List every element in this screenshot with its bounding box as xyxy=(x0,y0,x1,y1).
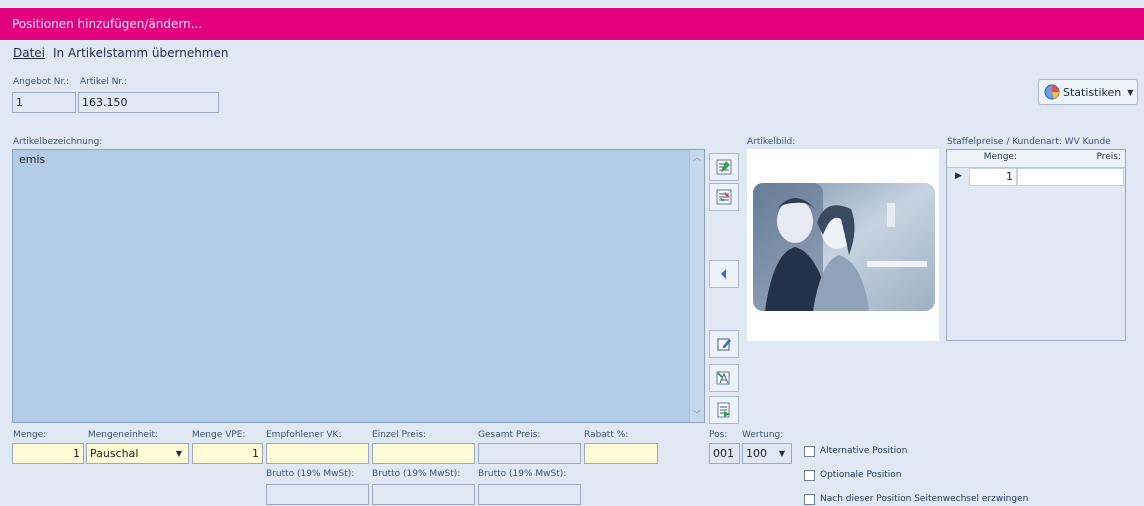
einheit-label: Mengeneinheit: xyxy=(88,430,159,440)
chevron-down-icon[interactable]: ▼ xyxy=(170,444,188,463)
edit-icon xyxy=(717,338,731,351)
empf-vk-field[interactable] xyxy=(266,443,369,464)
insert-text-icon xyxy=(717,402,730,418)
edit-text-button[interactable] xyxy=(709,364,739,392)
brutto-einzel-label: Brutto (19% MwSt): xyxy=(372,469,461,479)
staffel-col-preis: Preis: xyxy=(1096,152,1121,162)
staffel-header: Menge: Preis: xyxy=(947,150,1125,168)
einheit-value: Pauschal xyxy=(90,447,139,460)
artikel-field[interactable]: 163.150 xyxy=(78,92,219,113)
rabatt-field[interactable] xyxy=(584,443,658,464)
seitenwechsel-checkbox[interactable] xyxy=(804,494,815,505)
wertung-label: Wertung: xyxy=(742,430,784,440)
staffel-grid[interactable]: Menge: Preis: ▶ 1 xyxy=(946,149,1126,341)
brutto-gesamt-label: Brutto (19% MwSt): xyxy=(478,469,567,479)
artikel-label: Artikel Nr.: xyxy=(80,77,128,87)
statistiken-button[interactable]: Statistiken ▼ xyxy=(1038,79,1138,105)
einheit-select[interactable]: Pauschal ▼ xyxy=(86,443,189,464)
statistiken-label: Statistiken xyxy=(1063,85,1122,99)
wertung-value: 100 xyxy=(746,447,767,460)
description-scrollbar[interactable]: ︿ ﹀ xyxy=(689,150,704,422)
brutto-empf-field xyxy=(266,484,369,505)
empf-label: Empfohlener VK: xyxy=(266,430,342,440)
article-photo xyxy=(753,183,935,311)
text-replace-icon xyxy=(716,189,732,205)
staffel-cell-menge[interactable]: 1 xyxy=(969,168,1017,186)
angebot-label: Angebot Nr.: xyxy=(13,77,70,87)
einzel-label: Einzel Preis: xyxy=(372,430,427,440)
menu-bar: Datei In Artikelstamm übernehmen xyxy=(0,40,1144,66)
einzel-preis-field[interactable] xyxy=(372,443,475,464)
wertung-select[interactable]: 100 ▼ xyxy=(742,443,792,464)
image-label: Artikelbild: xyxy=(747,137,796,147)
staffel-label: Staffelpreise / Kundenart: WV Kunde xyxy=(947,137,1111,147)
gesamt-label: Gesamt Preis: xyxy=(478,430,541,440)
menu-datei[interactable]: Datei xyxy=(13,46,45,60)
move-left-button[interactable] xyxy=(709,260,739,288)
menge-field[interactable]: 1 xyxy=(12,443,84,464)
optionale-label: Optionale Position xyxy=(820,470,902,480)
seitenwechsel-label: Nach dieser Position Seitenwechsel erzwi… xyxy=(820,494,1029,504)
staffel-col-menge: Menge: xyxy=(983,152,1017,162)
vpe-label: Menge VPE: xyxy=(192,430,246,440)
vpe-field[interactable]: 1 xyxy=(192,443,263,464)
pos-label: Pos: xyxy=(709,430,728,440)
insert-text-button[interactable] xyxy=(709,396,739,424)
format-text-button[interactable] xyxy=(709,153,739,181)
alternative-label: Alternative Position xyxy=(820,446,908,456)
description-text: emis xyxy=(19,153,46,166)
replace-text-button[interactable] xyxy=(709,183,739,211)
angebot-field[interactable]: 1 xyxy=(12,92,76,113)
menge-label: Menge: xyxy=(13,430,47,440)
pie-chart-icon xyxy=(1044,84,1060,100)
window-title: Positionen hinzufügen/ändern... xyxy=(0,8,1144,40)
brutto-gesamt-field xyxy=(478,484,581,505)
gesamt-preis-field xyxy=(478,443,581,464)
chevron-down-icon: ▼ xyxy=(1127,87,1134,97)
scroll-up-icon[interactable]: ︿ xyxy=(690,152,704,163)
chevron-down-icon[interactable]: ▼ xyxy=(773,444,791,463)
optionale-checkbox[interactable] xyxy=(804,470,815,481)
arrow-left-icon xyxy=(721,269,726,279)
alternative-checkbox[interactable] xyxy=(804,446,815,457)
row-pointer-icon: ▶ xyxy=(955,171,962,181)
brutto-empf-label: Brutto (19% MwSt): xyxy=(266,469,355,479)
pos-field[interactable]: 001 xyxy=(709,443,740,464)
menu-artikelstamm[interactable]: In Artikelstamm übernehmen xyxy=(53,46,228,60)
article-image-panel xyxy=(747,149,939,341)
edit-button[interactable] xyxy=(709,330,739,358)
description-textarea[interactable]: emis ︿ ﹀ xyxy=(12,149,705,423)
scroll-down-icon[interactable]: ﹀ xyxy=(690,409,704,420)
edit-text-icon xyxy=(716,371,730,385)
brutto-einzel-field xyxy=(372,484,475,505)
text-format-icon xyxy=(716,159,732,175)
rabatt-label: Rabatt %: xyxy=(584,430,629,440)
table-row[interactable]: ▶ 1 xyxy=(947,168,1125,186)
description-label: Artikelbezeichnung: xyxy=(13,137,103,147)
staffel-cell-preis[interactable] xyxy=(1017,168,1124,186)
